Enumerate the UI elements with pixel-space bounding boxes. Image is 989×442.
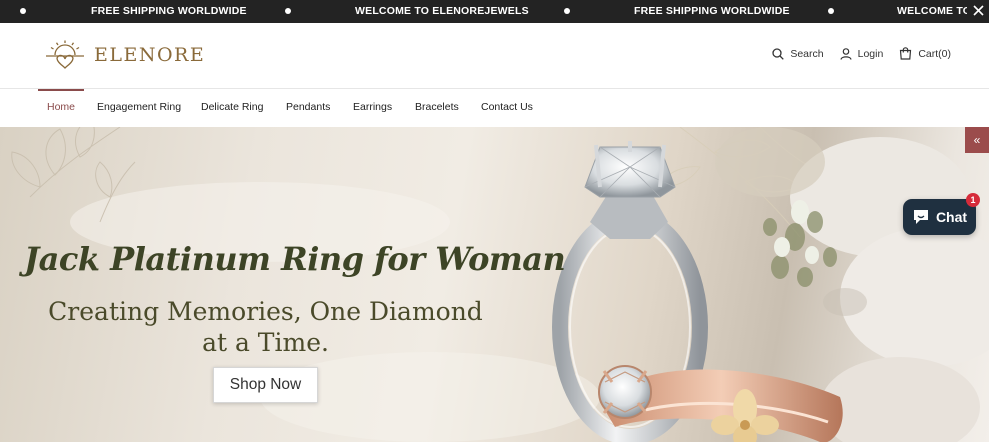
brand-logo[interactable]: ELENORE xyxy=(44,40,205,70)
close-icon xyxy=(972,5,984,16)
search-icon xyxy=(772,47,785,60)
announcement-text: WELCOME TO xyxy=(897,5,972,17)
bullet-dot xyxy=(828,8,834,14)
double-chevron-left-icon: « xyxy=(973,133,981,147)
close-announcement-button[interactable] xyxy=(967,0,989,23)
hero-title: Jack Platinum Ring for Woman xyxy=(24,240,566,278)
side-panel-toggle[interactable]: « xyxy=(965,127,989,153)
sunrise-heart-logo-icon xyxy=(46,40,84,69)
hero-banner[interactable]: Jack Platinum Ring for Woman Creating Me… xyxy=(0,127,989,442)
nav-item-contact-us[interactable]: Contact Us xyxy=(481,89,533,126)
chat-label: Chat xyxy=(935,209,968,225)
announcement-text: WELCOME TO ELENOREJEWELS xyxy=(355,5,529,17)
main-navigation: Home Engagement Ring Delicate Ring Penda… xyxy=(0,89,989,128)
bullet-dot xyxy=(285,8,291,14)
chat-notification-badge: 1 xyxy=(966,193,980,207)
announcement-text: FREE SHIPPING WORLDWIDE xyxy=(91,5,247,17)
nav-item-bracelets[interactable]: Bracelets xyxy=(415,89,459,126)
nav-item-delicate-ring[interactable]: Delicate Ring xyxy=(201,89,263,126)
nav-item-home[interactable]: Home xyxy=(47,89,75,126)
announcement-text: FREE SHIPPING WORLDWIDE xyxy=(634,5,790,17)
announcement-bar: FREE SHIPPING WORLDWIDE WELCOME TO ELENO… xyxy=(0,0,989,23)
user-icon xyxy=(840,47,852,60)
login-label: Login xyxy=(857,47,884,60)
bullet-dot xyxy=(20,8,26,14)
shop-now-button[interactable]: Shop Now xyxy=(213,367,318,403)
hero-subtitle: Creating Memories, One Diamond at a Time… xyxy=(38,296,493,358)
header-actions: Search Login Cart(0) xyxy=(756,47,951,60)
nav-item-pendants[interactable]: Pendants xyxy=(286,89,330,126)
cart-label: Cart(0) xyxy=(918,47,951,60)
search-label: Search xyxy=(790,47,824,60)
nav-item-earrings[interactable]: Earrings xyxy=(353,89,392,126)
chat-bubble-icon xyxy=(913,210,928,224)
bullet-dot xyxy=(564,8,570,14)
cart-button[interactable]: Cart(0) xyxy=(899,47,951,60)
nav-item-engagement-ring[interactable]: Engagement Ring xyxy=(97,89,181,126)
chat-widget-button[interactable]: Chat xyxy=(903,199,976,235)
hero-subtitle-line: at a Time. xyxy=(202,328,329,357)
login-button[interactable]: Login xyxy=(840,47,884,60)
brand-name: ELENORE xyxy=(94,44,206,66)
site-header: ELENORE Search Login Cart(0) xyxy=(0,23,989,89)
hero-ring-artwork xyxy=(11,127,989,442)
search-button[interactable]: Search xyxy=(772,47,824,60)
hero-subtitle-line: Creating Memories, One Diamond xyxy=(48,297,483,326)
cart-bag-icon xyxy=(900,47,912,60)
